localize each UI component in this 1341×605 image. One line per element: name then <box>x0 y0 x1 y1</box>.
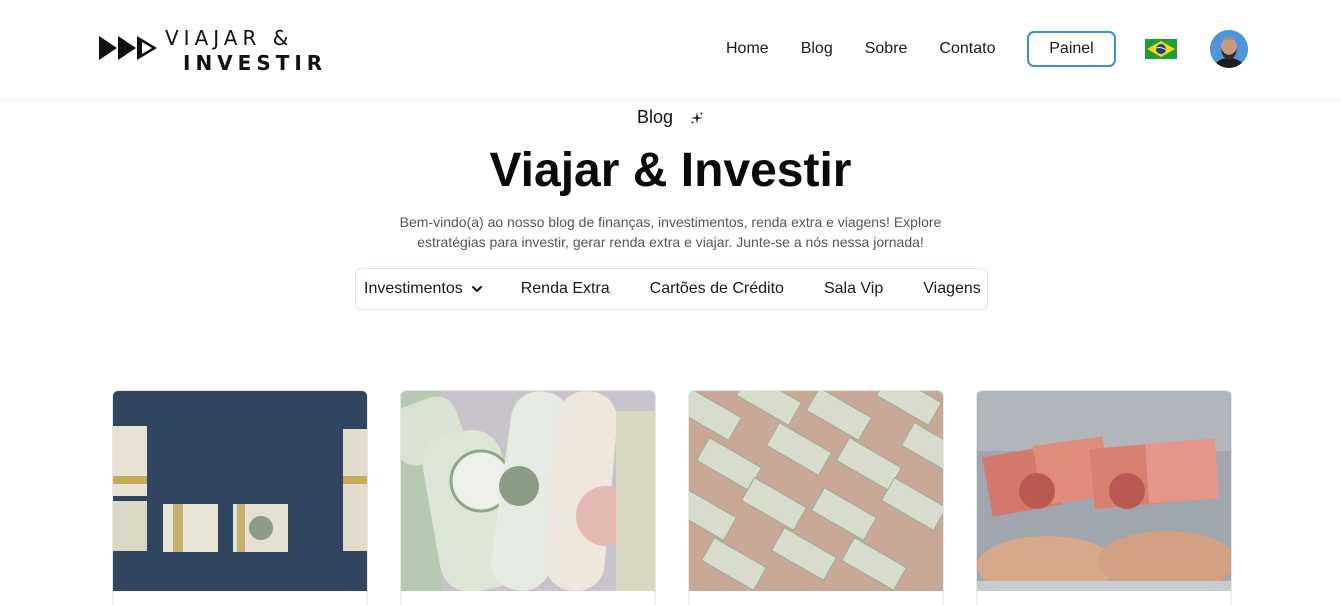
nav-sobre[interactable]: Sobre <box>865 40 908 58</box>
hands-holding-banknotes-image <box>977 391 1231 591</box>
user-avatar[interactable] <box>1210 30 1248 68</box>
post-card[interactable] <box>400 390 656 605</box>
logo-text-line1: VIAJAR & <box>165 26 294 50</box>
rolled-banknotes-image <box>401 391 655 591</box>
brazil-flag-icon[interactable] <box>1145 39 1177 59</box>
nav-blog[interactable]: Blog <box>801 40 833 58</box>
site-logo[interactable]: VIAJAR & INVESTIR <box>97 26 322 75</box>
category-cartoes-de-credito[interactable]: Cartões de Crédito <box>650 280 784 298</box>
category-viagens[interactable]: Viagens <box>923 280 981 298</box>
hero-eyebrow: Blog <box>0 107 1341 128</box>
category-renda-extra[interactable]: Renda Extra <box>521 280 610 298</box>
hero-subtitle: Bem-vindo(a) ao nosso blog de finanças, … <box>399 214 942 250</box>
post-card[interactable] <box>976 390 1232 605</box>
money-stacks-image <box>113 391 367 591</box>
nav-home[interactable]: Home <box>726 40 769 58</box>
nav-contato[interactable]: Contato <box>939 40 995 58</box>
post-card[interactable] <box>688 390 944 605</box>
sparkle-icon <box>691 112 704 125</box>
category-sala-vip[interactable]: Sala Vip <box>824 280 883 298</box>
logo-text-line2: INVESTIR <box>183 51 328 75</box>
painel-button[interactable]: Painel <box>1027 31 1116 67</box>
avatar-image <box>1210 30 1248 68</box>
hundred-dollar-bills-image <box>689 391 943 591</box>
site-header: VIAJAR & INVESTIR Home Blog Sobre Contat… <box>0 0 1341 101</box>
post-card[interactable] <box>112 390 368 605</box>
category-nav: Investimentos Renda Extra Cartões de Cré… <box>355 268 988 310</box>
category-investimentos[interactable]: Investimentos <box>364 280 483 298</box>
eyebrow-label: Blog <box>636 107 673 127</box>
category-label: Investimentos <box>364 280 463 297</box>
chevron-down-icon <box>471 285 482 292</box>
logo-arrows-icon <box>99 36 157 60</box>
main-nav: Home Blog Sobre Contato Painel <box>710 30 1248 68</box>
page-title: Viajar & Investir <box>489 144 852 197</box>
